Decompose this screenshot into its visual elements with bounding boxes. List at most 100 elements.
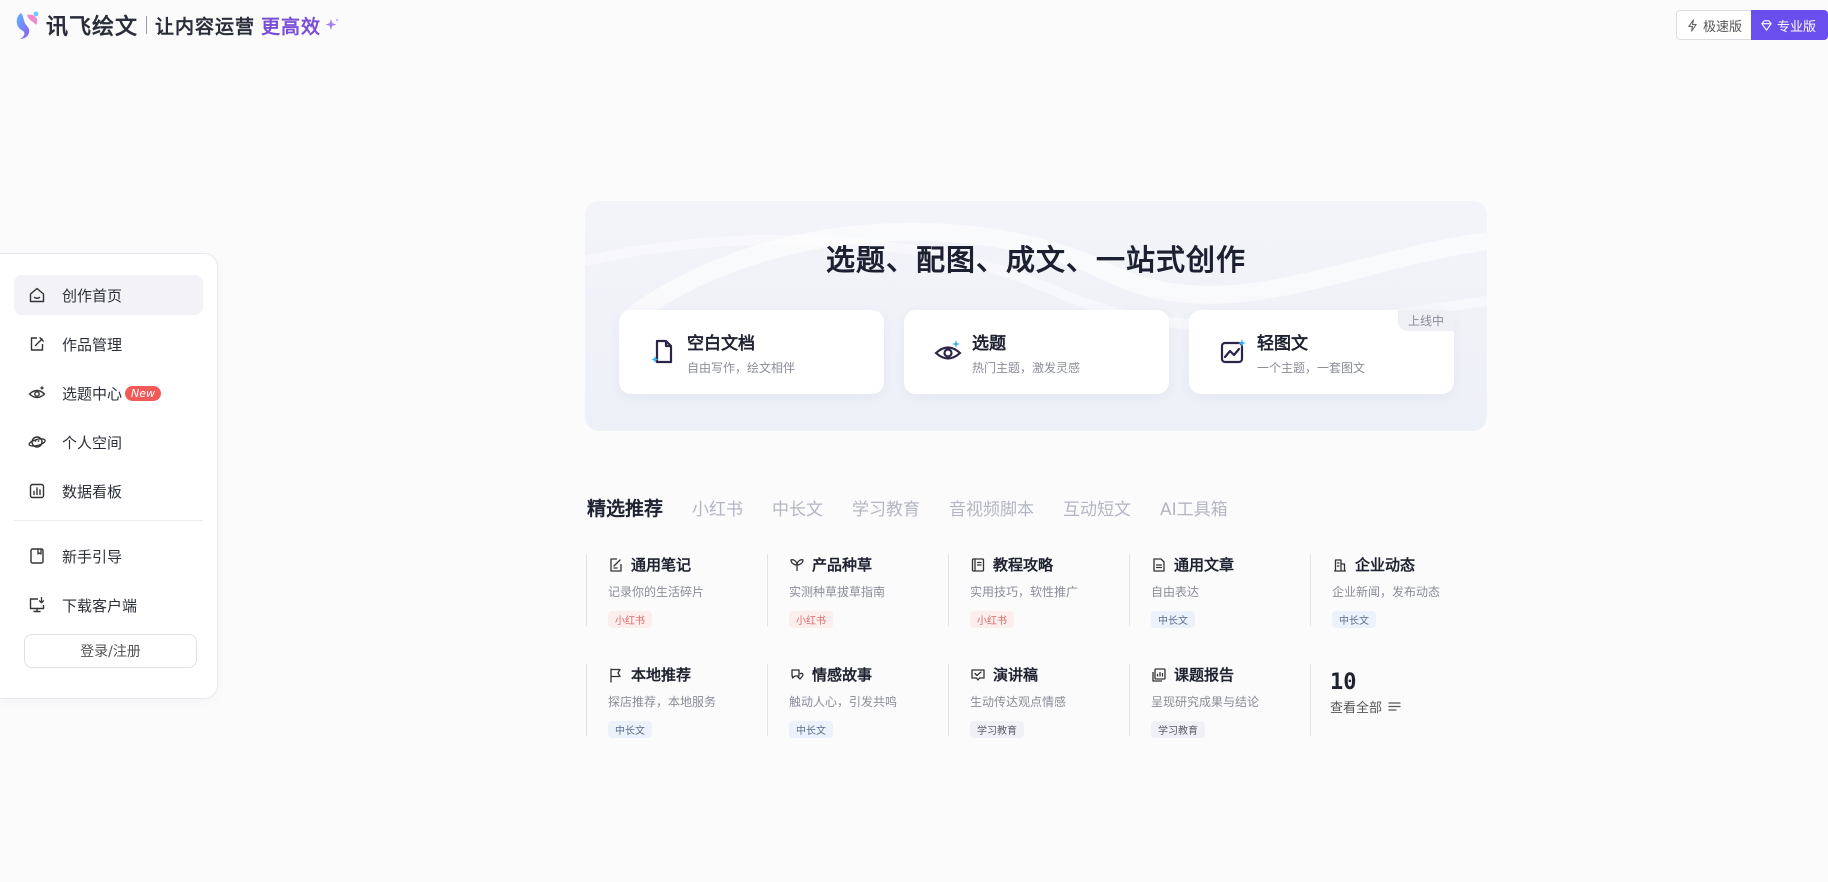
sidebar-item-dashboard[interactable]: 数据看板 <box>14 471 203 511</box>
template-tag: 中长文 <box>608 721 652 738</box>
template-row: 通用笔记 记录你的生活碎片 小红书 产品种草 实测种草拔草指南 小红书 教程攻略 <box>586 554 1491 664</box>
blank-doc-card[interactable]: 空白文档 自由写作，绘文相伴 <box>619 310 884 394</box>
template-title: 情感故事 <box>812 666 873 684</box>
template-desc: 记录你的生活碎片 <box>608 585 705 599</box>
edition-pro-button[interactable]: 专业版 <box>1750 10 1828 40</box>
logo-divider <box>146 16 148 34</box>
brand-mark-icon <box>16 11 39 39</box>
building-icon <box>1334 558 1346 572</box>
card-title: 轻图文 <box>1257 333 1308 354</box>
template-local-recommend[interactable]: 本地推荐 探店推荐，本地服务 中长文 <box>586 664 767 738</box>
template-title: 企业动态 <box>1355 556 1416 574</box>
sidebar-item-label: 数据看板 <box>62 482 123 501</box>
hero-banner: 选题、配图、成文、一站式创作 空白文档 自由写作，绘文相伴 选题 热门主题，激发… <box>585 201 1487 431</box>
speech-icon <box>971 668 985 681</box>
template-company-news[interactable]: 企业动态 企业新闻，发布动态 中长文 <box>1310 554 1491 628</box>
template-desc: 触动人心，引发共鸣 <box>789 695 898 709</box>
template-desc: 探店推荐，本地服务 <box>608 695 717 709</box>
eye-icon <box>28 385 46 399</box>
sprout-icon <box>790 558 804 571</box>
sidebar-item-label: 新手引导 <box>62 547 123 566</box>
template-tag: 小红书 <box>608 611 652 628</box>
coming-soon-tag: 上线中 <box>1397 310 1454 331</box>
slogan: 让内容运营 <box>155 15 256 38</box>
sidebar-item-personal[interactable]: 个人空间 <box>14 422 203 462</box>
login-register-button[interactable]: 登录/注册 <box>24 634 197 668</box>
template-desc: 呈现研究成果与结论 <box>1151 695 1260 709</box>
sidebar-item-home[interactable]: 创作首页 <box>14 275 203 315</box>
light-article-card[interactable]: 轻图文 一个主题，一套图文 上线中 <box>1189 310 1454 394</box>
topic-card[interactable]: 选题 热门主题，激发灵感 <box>904 310 1169 394</box>
sidebar-item-label: 下载客户端 <box>62 596 138 615</box>
template-tag: 中长文 <box>789 721 833 738</box>
home-icon <box>29 287 45 303</box>
sidebar-item-label: 创作首页 <box>62 286 123 305</box>
card-title: 选题 <box>972 333 1006 354</box>
blank-doc-icon <box>651 339 673 364</box>
template-desc: 实测种草拔草指南 <box>789 585 886 599</box>
sidebar-item-label: 作品管理 <box>62 335 123 354</box>
edit-icon <box>30 337 44 351</box>
template-title: 通用文章 <box>1174 556 1235 574</box>
brand-name: 讯飞绘文 <box>46 15 139 40</box>
book-icon <box>971 557 985 572</box>
sidebar-item-topics[interactable]: 选题中心 New <box>14 373 203 413</box>
tab-video-script[interactable]: 音视频脚本 <box>949 495 1034 520</box>
template-product-review[interactable]: 产品种草 实测种草拔草指南 小红书 <box>767 554 948 628</box>
card-desc: 一个主题，一套图文 <box>1257 360 1366 375</box>
sidebar-item-works[interactable]: 作品管理 <box>14 324 203 364</box>
note-icon <box>610 557 622 572</box>
brand-logo[interactable]: 讯飞绘文 让内容运营 更高效 <box>12 8 339 42</box>
tab-ai-toolbox[interactable]: AI工具箱 <box>1160 495 1228 520</box>
eye-sparkle-icon <box>934 340 962 360</box>
edition-fast-label: 极速版 <box>1702 19 1742 35</box>
template-desc: 实用技巧，软性推广 <box>970 585 1079 599</box>
template-desc: 自由表达 <box>1151 585 1200 599</box>
edition-fast-button[interactable]: 极速版 <box>1675 10 1751 40</box>
tab-interactive[interactable]: 互动短文 <box>1063 495 1131 520</box>
card-title: 空白文档 <box>687 333 755 354</box>
lightning-icon <box>1688 18 1697 32</box>
tab-xiaohongshu[interactable]: 小红书 <box>692 495 743 520</box>
template-title: 教程攻略 <box>993 556 1054 574</box>
template-tag: 小红书 <box>789 611 833 628</box>
edition-pro-label: 专业版 <box>1776 19 1816 35</box>
sidebar-item-guide[interactable]: 新手引导 <box>14 536 203 576</box>
template-title: 产品种草 <box>812 556 873 574</box>
category-tabs: 精选推荐 小红书 中长文 学习教育 音视频脚本 互动短文 AI工具箱 <box>587 494 1257 521</box>
template-grid: 通用笔记 记录你的生活碎片 小红书 产品种草 实测种草拔草指南 小红书 教程攻略 <box>586 554 1491 774</box>
template-speech[interactable]: 演讲稿 生动传达观点情感 学习教育 <box>948 664 1129 738</box>
template-row: 本地推荐 探店推荐，本地服务 中长文 情感故事 触动人心，引发共鸣 中长文 演讲… <box>586 664 1491 774</box>
hero-title: 选题、配图、成文、一站式创作 <box>825 243 1246 277</box>
template-tag: 学习教育 <box>970 721 1024 738</box>
tab-education[interactable]: 学习教育 <box>852 495 920 520</box>
sidebar-divider <box>14 520 203 521</box>
image-text-icon <box>1220 339 1246 364</box>
template-tag: 小红书 <box>970 611 1014 628</box>
template-tag: 中长文 <box>1151 611 1195 628</box>
sparkle-icon <box>325 18 339 30</box>
sidebar-item-label: 选题中心 <box>62 384 123 403</box>
template-desc: 企业新闻，发布动态 <box>1332 585 1441 599</box>
tab-featured[interactable]: 精选推荐 <box>587 494 663 521</box>
template-title: 通用笔记 <box>631 556 692 574</box>
report-icon <box>1152 667 1166 682</box>
template-tag: 中长文 <box>1332 611 1376 628</box>
monitor-download-icon <box>29 596 45 613</box>
view-all-templates[interactable]: 10 查看全部 <box>1310 664 1491 736</box>
flag-icon <box>610 667 621 683</box>
template-title: 课题报告 <box>1174 666 1235 684</box>
template-general-article[interactable]: 通用文章 自由表达 中长文 <box>1129 554 1310 628</box>
template-desc: 生动传达观点情感 <box>970 695 1067 709</box>
template-general-note[interactable]: 通用笔记 记录你的生活碎片 小红书 <box>586 554 767 628</box>
sidebar-item-download[interactable]: 下载客户端 <box>14 585 203 625</box>
template-emotional-story[interactable]: 情感故事 触动人心，引发共鸣 中长文 <box>767 664 948 738</box>
guide-icon <box>30 548 44 564</box>
card-desc: 热门主题，激发灵感 <box>972 360 1081 375</box>
template-count: 10 <box>1330 670 1357 695</box>
template-research-report[interactable]: 课题报告 呈现研究成果与结论 学习教育 <box>1129 664 1310 738</box>
template-tutorial[interactable]: 教程攻略 实用技巧，软性推广 小红书 <box>948 554 1129 628</box>
tab-long-article[interactable]: 中长文 <box>772 495 823 520</box>
new-badge: New <box>125 385 162 401</box>
chart-icon <box>29 483 45 499</box>
